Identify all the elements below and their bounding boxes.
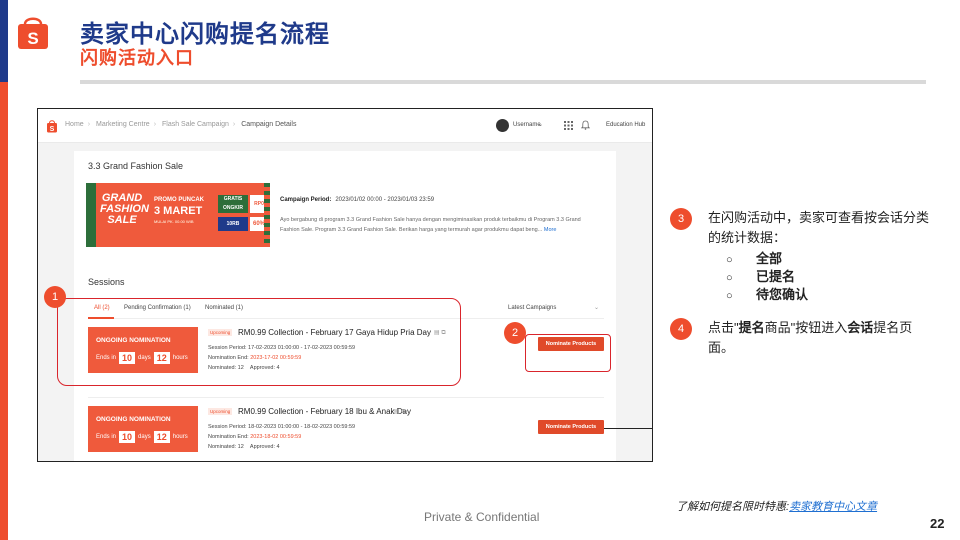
highlight-nominate-button bbox=[525, 334, 611, 372]
session-row: ONGOING NOMINATION Ends in 10 days 12 ho… bbox=[88, 397, 604, 457]
session-name: RM0.99 Collection - February 18 Ibu & An… bbox=[238, 407, 411, 416]
side-accent-dark bbox=[0, 0, 8, 82]
banner-pattern bbox=[264, 183, 270, 247]
bullet-nominated: ○ 已提名 bbox=[726, 266, 795, 285]
slide-subtitle: 闪购活动入口 bbox=[80, 48, 194, 68]
step-badge-1: 1 bbox=[44, 286, 66, 308]
breadcrumb-flash-sale-campaign[interactable]: Flash Sale Campaign bbox=[162, 121, 229, 128]
nomination-end: Nomination End: 2023-18-02 00:59:59 bbox=[208, 434, 301, 440]
campaign-description: Ayo bergabung di program 3.3 Grand Fashi… bbox=[280, 215, 590, 235]
step-4-note: 点击"提名商品"按钮进入会话提名页面。 bbox=[708, 318, 938, 358]
header-divider bbox=[80, 80, 926, 84]
banner-10rb: 10RB bbox=[218, 217, 248, 231]
campaign-description-text: Ayo bergabung di program 3.3 Grand Fashi… bbox=[280, 217, 581, 233]
page-number: 22 bbox=[930, 516, 945, 531]
nomination-stats: Nominated: 12 Approved: 4 bbox=[208, 444, 280, 450]
username-label[interactable]: Username bbox=[513, 122, 541, 128]
note4-part-d: 会话 bbox=[847, 320, 874, 335]
ongoing-nomination-title: ONGOING NOMINATION bbox=[96, 416, 171, 423]
step-badge-2: 2 bbox=[504, 322, 526, 344]
learn-more-line: 了解如何提名限时特惠:卖家教育中心文章 bbox=[676, 498, 877, 514]
banner-grand-fashion-sale: GRAND FASHION SALE bbox=[100, 192, 149, 226]
bullet-marker: ○ bbox=[726, 272, 733, 284]
breadcrumb: Home › Marketing Centre › Flash Sale Campa… bbox=[65, 121, 296, 128]
nomination-end-label: Nomination End: bbox=[208, 434, 249, 440]
banner-promo-label: PROMO PUNCAK bbox=[154, 197, 205, 203]
bullet-marker: ○ bbox=[726, 290, 733, 302]
avatar[interactable] bbox=[496, 119, 509, 132]
breadcrumb-separator: › bbox=[232, 121, 236, 128]
step-badge-3: 3 bbox=[670, 208, 692, 230]
upcoming-badge: Upcoming bbox=[208, 408, 233, 415]
campaign-banner: GRAND FASHION SALE PROMO PUNCAK 3 MARET … bbox=[86, 183, 270, 247]
note4-part-c: 商品"按钮进入 bbox=[764, 320, 848, 335]
more-link[interactable]: More bbox=[544, 227, 557, 233]
nominated-count: Nominated: 12 bbox=[208, 444, 244, 450]
bullet-all: ○ 全部 bbox=[726, 248, 782, 267]
apps-grid-icon[interactable] bbox=[564, 121, 573, 130]
chevron-down-icon[interactable]: ⌄ bbox=[538, 121, 543, 128]
svg-text:S: S bbox=[50, 126, 55, 133]
banner-date: 3 MARET bbox=[154, 205, 203, 217]
learn-more-prefix: 了解如何提名限时特惠: bbox=[676, 501, 790, 513]
top-navigation-bar: S Home › Marketing Centre › Flash Sale Cam… bbox=[38, 109, 652, 143]
highlight-session-tabs bbox=[57, 298, 461, 386]
seller-centre-screenshot: S Home › Marketing Centre › Flash Sale Cam… bbox=[37, 108, 653, 462]
shopee-bag-icon: S bbox=[18, 17, 48, 49]
breadcrumb-separator: › bbox=[87, 121, 91, 128]
bullet-marker: ○ bbox=[726, 254, 733, 266]
ongoing-nomination-panel: ONGOING NOMINATION Ends in 10 days 12 ho… bbox=[88, 406, 198, 452]
nominate-products-button[interactable]: Nominate Products bbox=[538, 420, 604, 434]
days-label: days bbox=[138, 434, 151, 440]
campaign-period-value: 2023/01/02 00:00 - 2023/01/03 23:59 bbox=[335, 197, 435, 203]
education-hub-link[interactable]: Education Hub bbox=[606, 122, 645, 128]
bullet-pending-text: 待您确认 bbox=[756, 287, 809, 302]
sessions-title: Sessions bbox=[88, 277, 125, 287]
bell-icon[interactable] bbox=[581, 120, 590, 130]
campaign-title: 3.3 Grand Fashion Sale bbox=[88, 161, 184, 171]
campaign-period: Campaign Period: 2023/01/02 00:00 - 2023/… bbox=[280, 197, 434, 203]
breadcrumb-separator: › bbox=[153, 121, 157, 128]
copy-icon[interactable]: ▤ ⧉ bbox=[394, 408, 406, 416]
banner-stripe bbox=[86, 183, 96, 247]
chevron-down-icon[interactable]: ⌄ bbox=[594, 304, 599, 311]
shopee-logo-icon[interactable]: S bbox=[46, 119, 58, 133]
sort-select[interactable]: Latest Campaigns bbox=[508, 305, 556, 311]
svg-text:S: S bbox=[27, 29, 38, 48]
hours-count: 12 bbox=[153, 431, 170, 443]
banner-gratis-ongkir: GRATIS ONGKIR bbox=[218, 195, 248, 213]
hours-label: hours bbox=[172, 434, 188, 440]
bullet-pending: ○ 待您确认 bbox=[726, 284, 808, 303]
breadcrumb-campaign-details: Campaign Details bbox=[241, 121, 297, 128]
days-count: 10 bbox=[119, 431, 136, 443]
countdown: Ends in 10 days 12 hours bbox=[96, 431, 188, 443]
nomination-end-value: 2023-18-02 00:59:59 bbox=[250, 434, 302, 440]
campaign-card: 3.3 Grand Fashion Sale GRAND FASHION SAL… bbox=[74, 151, 616, 271]
breadcrumb-marketing-centre[interactable]: Marketing Centre bbox=[96, 121, 150, 128]
ends-in-label: Ends in bbox=[96, 434, 117, 440]
banner-date-sub: MULAI PK. 00.00 WIB bbox=[154, 219, 194, 224]
breadcrumb-home[interactable]: Home bbox=[65, 121, 84, 128]
confidential-footer: Private & Confidential bbox=[424, 510, 540, 524]
note4-part-a: 点击" bbox=[708, 320, 739, 335]
side-accent-bar bbox=[0, 0, 8, 540]
step-badge-4: 4 bbox=[670, 318, 692, 340]
approved-count: Approved: 4 bbox=[249, 444, 280, 450]
step-3-note: 在闪购活动中，卖家可查看按会话分类的统计数据： bbox=[708, 210, 930, 245]
connector-line bbox=[604, 428, 652, 429]
session-period: Session Period: 18-02-2023 01:00:00 - 18… bbox=[208, 424, 356, 430]
campaign-period-label: Campaign Period: bbox=[280, 197, 332, 203]
bullet-nominated-text: 已提名 bbox=[756, 269, 796, 284]
seller-education-article-link[interactable]: 卖家教育中心文章 bbox=[789, 501, 877, 513]
bullet-all-text: 全部 bbox=[756, 251, 783, 266]
note4-part-b: 提名 bbox=[738, 320, 765, 335]
